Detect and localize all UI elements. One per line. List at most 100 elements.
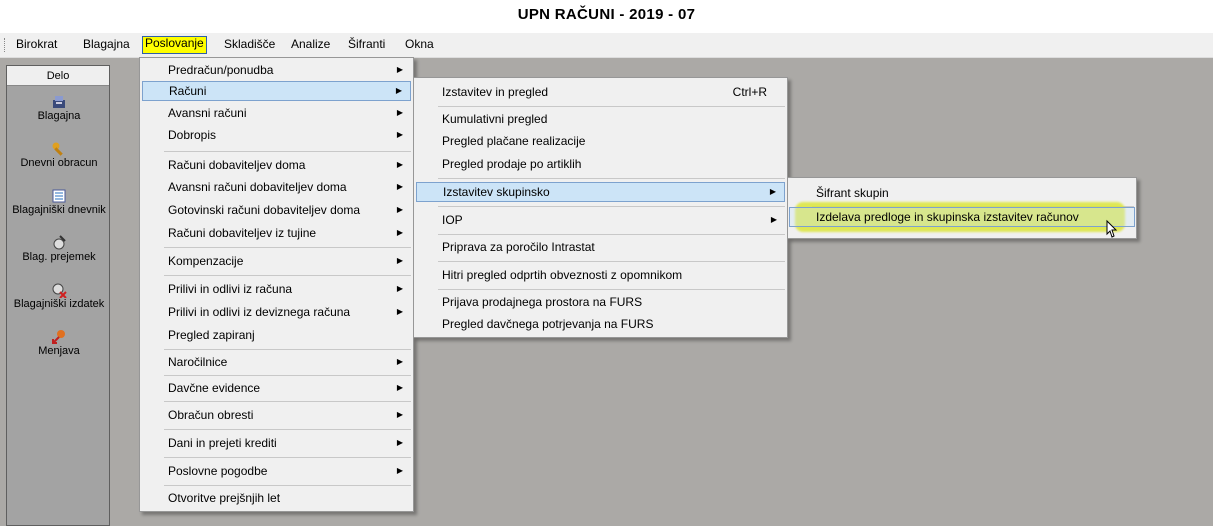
menu-item-otvoritve[interactable]: Otvoritve prejšnjih let: [142, 488, 411, 508]
exchange-icon: [52, 330, 65, 344]
menu-item-prilivi-deviznega[interactable]: Prilivi in odlivi iz deviznega računa ▶: [142, 302, 411, 322]
menu-analize[interactable]: Analize: [289, 37, 332, 54]
menu-separator: [438, 178, 785, 179]
menu-item-dobropis[interactable]: Dobropis ▶: [142, 125, 411, 145]
submenu-arrow-icon: ▶: [396, 256, 403, 265]
menu-item-label: Pregled plačane realizacije: [442, 134, 586, 148]
menu-separator: [438, 261, 785, 262]
menu-item-placane-realizacije[interactable]: Pregled plačane realizacije: [416, 131, 785, 151]
sidebar-item-label: Blag. prejemek: [22, 251, 96, 263]
menu-item-label: Dobropis: [168, 128, 217, 142]
menu-item-label: Poslovne pogodbe: [168, 464, 268, 478]
menu-item-iop[interactable]: IOP ▶: [416, 210, 785, 230]
menu-item-krediti[interactable]: Dani in prejeti krediti ▶: [142, 433, 411, 453]
sidebar-item-dnevni-obracun[interactable]: Dnevni obracun: [5, 141, 113, 169]
submenu-arrow-icon: ▶: [396, 307, 403, 316]
wrench-icon: [52, 142, 63, 156]
submenu-arrow-icon: ▶: [396, 108, 403, 117]
sidebar-item-label: Dnevni obracun: [20, 157, 98, 169]
menu-item-narocilnice[interactable]: Naročilnice ▶: [142, 352, 411, 372]
submenu-arrow-icon: ▶: [396, 160, 403, 169]
delo-panel: Delo Blagajna Dnevni obracun Blagajniški…: [6, 65, 110, 526]
menu-item-davcno-potrjevanje[interactable]: Pregled davčnega potrjevanja na FURS: [416, 314, 785, 334]
racuni-submenu: Izstavitev in pregled Ctrl+R Kumulativni …: [413, 77, 788, 338]
menu-bar: Birokrat Blagajna Poslovanje Skladišče A…: [0, 33, 1213, 57]
menu-item-obracun-obresti[interactable]: Obračun obresti ▶: [142, 405, 411, 425]
skupinsko-submenu-overlay: Izdelava predloge in skupinska izstavite…: [787, 177, 1137, 239]
journal-icon: [52, 189, 66, 203]
submenu-arrow-icon: ▶: [769, 187, 776, 196]
menu-item-prilivi-racuna[interactable]: Prilivi in odlivi iz računa ▶: [142, 279, 411, 299]
receipt-in-icon: [53, 235, 66, 250]
menu-item-poslovne-pogodbe[interactable]: Poslovne pogodbe ▶: [142, 461, 411, 481]
submenu-arrow-icon: ▶: [395, 86, 402, 95]
menu-item-label: Naročilnice: [168, 355, 228, 369]
menu-item-label: Izstavitev in pregled: [442, 85, 549, 99]
menu-item-predracun[interactable]: Predračun/ponudba ▶: [142, 60, 411, 80]
menu-item-kumulativni-pregled[interactable]: Kumulativni pregled: [416, 109, 785, 129]
sidebar-item-label: Blagajna: [37, 110, 81, 122]
menu-item-label: Pregled davčnega potrjevanja na FURS: [442, 317, 654, 331]
menu-skladisce[interactable]: Skladišče: [222, 37, 277, 54]
menu-separator: [164, 401, 411, 402]
menu-item-kompenzacije[interactable]: Kompenzacije ▶: [142, 251, 411, 271]
sidebar-item-label: Blagajniški dnevnik: [12, 204, 106, 216]
menu-item-label: Dani in prejeti krediti: [168, 436, 277, 450]
menubar-grip[interactable]: [4, 38, 7, 52]
menu-item-label: Prilivi in odlivi iz računa: [168, 282, 293, 296]
sidebar-item-blag-prejemek[interactable]: Blag. prejemek: [5, 235, 113, 263]
menu-separator: [438, 289, 785, 290]
menu-item-prodaje-po-artiklih[interactable]: Pregled prodaje po artiklih: [416, 154, 785, 174]
menu-separator: [164, 429, 411, 430]
menu-item-racuni[interactable]: Računi ▶: [142, 81, 411, 101]
menu-separator: [164, 349, 411, 350]
menu-item-avansni-racuni[interactable]: Avansni računi ▶: [142, 103, 411, 123]
menu-item-intrastat[interactable]: Priprava za poročilo Intrastat: [416, 237, 785, 257]
menu-item-gotovinski-racuni[interactable]: Gotovinski računi dobaviteljev doma ▶: [142, 200, 411, 220]
sidebar-item-menjava[interactable]: Menjava: [5, 329, 113, 357]
menu-item-label: Računi: [169, 84, 207, 98]
menu-okna[interactable]: Okna: [403, 37, 436, 54]
menu-item-label: Avansni računi: [168, 106, 247, 120]
sidebar-item-blagajniski-dnevnik[interactable]: Blagajniški dnevnik: [5, 188, 113, 216]
menu-separator: [438, 106, 785, 107]
menu-item-label: Davčne evidence: [168, 381, 261, 395]
sidebar-item-label: Blagajniški izdatek: [13, 298, 105, 310]
submenu-arrow-icon: ▶: [396, 182, 403, 191]
window-title: UPN RAČUNI - 2019 - 07: [517, 6, 696, 23]
submenu-arrow-icon: ▶: [396, 228, 403, 237]
menu-poslovanje[interactable]: Poslovanje: [142, 36, 207, 54]
submenu-arrow-icon: ▶: [396, 130, 403, 139]
menu-item-izdelava-predloge[interactable]: Izdelava predloge in skupinska izstavite…: [789, 207, 1135, 227]
sidebar-item-blagajniski-izdatek[interactable]: Blagajniški izdatek: [5, 282, 113, 310]
menu-sifranti[interactable]: Šifranti: [346, 37, 387, 54]
submenu-arrow-icon: ▶: [396, 284, 403, 293]
submenu-arrow-icon: ▶: [396, 65, 403, 74]
menu-item-label: Pregled prodaje po artiklih: [442, 157, 582, 171]
sidebar-item-blagajna[interactable]: Blagajna: [5, 94, 113, 122]
menu-item-prijava-furs[interactable]: Prijava prodajnega prostora na FURS: [416, 292, 785, 312]
menu-separator: [164, 457, 411, 458]
poslovanje-dropdown: Predračun/ponudba ▶ Računi ▶ Avansni račun…: [139, 57, 414, 512]
menu-item-izstavitev-in-pregled[interactable]: Izstavitev in pregled Ctrl+R: [416, 82, 785, 102]
menu-separator: [438, 206, 785, 207]
mouse-cursor-icon: [1106, 219, 1118, 238]
menu-item-racuni-iz-tujine[interactable]: Računi dobaviteljev iz tujine ▶: [142, 223, 411, 243]
menu-birokrat[interactable]: Birokrat: [14, 37, 59, 54]
menu-separator: [438, 234, 785, 235]
menu-item-avansni-racuni-dobaviteljev-doma[interactable]: Avansni računi dobaviteljev doma ▶: [142, 177, 411, 197]
menu-item-izstavitev-skupinsko[interactable]: Izstavitev skupinsko ▶: [416, 182, 785, 202]
menu-item-pregled-zapiranj[interactable]: Pregled zapiranj: [142, 325, 411, 345]
menu-item-davcne-evidence[interactable]: Davčne evidence ▶: [142, 378, 411, 398]
menu-separator: [164, 485, 411, 486]
menu-item-hitri-pregled[interactable]: Hitri pregled odprtih obveznosti z opomn…: [416, 265, 785, 285]
cash-register-icon: [53, 96, 65, 108]
menu-blagajna[interactable]: Blagajna: [81, 37, 132, 54]
menu-item-racuni-dobaviteljev-doma[interactable]: Računi dobaviteljev doma ▶: [142, 155, 411, 175]
submenu-arrow-icon: ▶: [396, 205, 403, 214]
delo-header: Delo: [7, 66, 109, 86]
submenu-arrow-icon: ▶: [396, 357, 403, 366]
menu-item-label: Kompenzacije: [168, 254, 244, 268]
menu-item-label: Izdelava predloge in skupinska izstavite…: [816, 210, 1079, 224]
menu-item-label: Prijava prodajnega prostora na FURS: [442, 295, 643, 309]
